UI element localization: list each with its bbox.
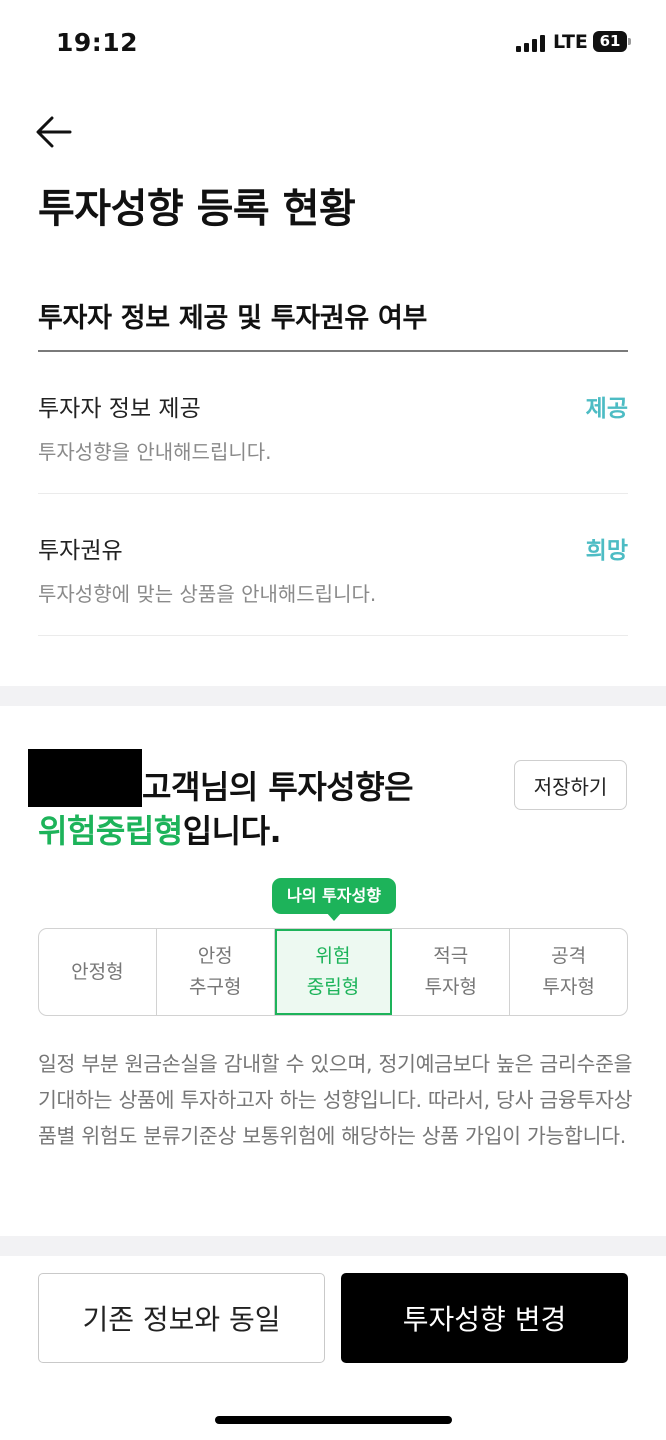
battery-icon: 61 [593, 31, 631, 52]
risk-level-stable-seeking: 안정 추구형 [157, 929, 275, 1015]
risk-level-stable: 안정형 [39, 929, 157, 1015]
profile-heading-line2: 위험중립형입니다. [38, 806, 282, 852]
risk-level-neutral: 위험 중립형 [274, 929, 393, 1015]
network-type: LTE [553, 31, 588, 53]
risk-level-scale: 안정형 안정 추구형 위험 중립형 적극 투자형 공격 투자형 [38, 928, 628, 1016]
row-divider [38, 635, 628, 636]
page-title: 투자성향 등록 현황 [38, 186, 356, 232]
risk-level-aggressive: 공격 투자형 [542, 945, 595, 998]
risk-level-active: 적극 투자형 [392, 929, 511, 1015]
section-separator [0, 1236, 666, 1256]
investor-info-row: 투자자 정보 제공 투자성향을 안내해드립니다. 제공 [38, 352, 628, 494]
signal-icon [516, 35, 546, 52]
save-button[interactable]: 저장하기 [514, 760, 627, 810]
investor-info-value: 제공 [585, 396, 628, 422]
same-as-existing-button[interactable]: 기존 정보와 동일 [38, 1273, 325, 1363]
back-arrow-icon[interactable] [34, 114, 74, 150]
risk-type-name: 위험중립형 [38, 812, 183, 850]
recommendation-value: 희망 [585, 538, 628, 564]
recommendation-row: 투자권유 투자성향에 맞는 상품을 안내해드립니다. 희망 [38, 494, 628, 636]
home-indicator [215, 1416, 452, 1424]
recommendation-label: 투자권유 [38, 538, 123, 564]
tag-pointer [326, 912, 342, 921]
redacted-name [28, 749, 142, 807]
investor-info-description: 투자성향을 안내해드립니다. [38, 440, 272, 464]
change-profile-button[interactable]: 투자성향 변경 [341, 1273, 628, 1363]
recommendation-description: 투자성향에 맞는 상품을 안내해드립니다. [38, 582, 377, 606]
my-profile-tag: 나의 투자성향 [272, 878, 396, 914]
investor-info-label: 투자자 정보 제공 [38, 396, 201, 422]
profile-heading-suffix: 입니다. [182, 812, 282, 850]
profile-heading-line1: 고객님의 투자성향은 [142, 768, 414, 806]
battery-level: 61 [593, 31, 627, 52]
section-separator [0, 686, 666, 706]
status-time: 19:12 [56, 28, 139, 57]
consent-section-title: 투자자 정보 제공 및 투자권유 여부 [38, 303, 428, 334]
status-bar: 19:12 LTE 61 [0, 0, 666, 86]
risk-type-description: 일정 부분 원금손실을 감내할 수 있으며, 정기예금보다 높은 금리수준을 기… [38, 1052, 633, 1148]
